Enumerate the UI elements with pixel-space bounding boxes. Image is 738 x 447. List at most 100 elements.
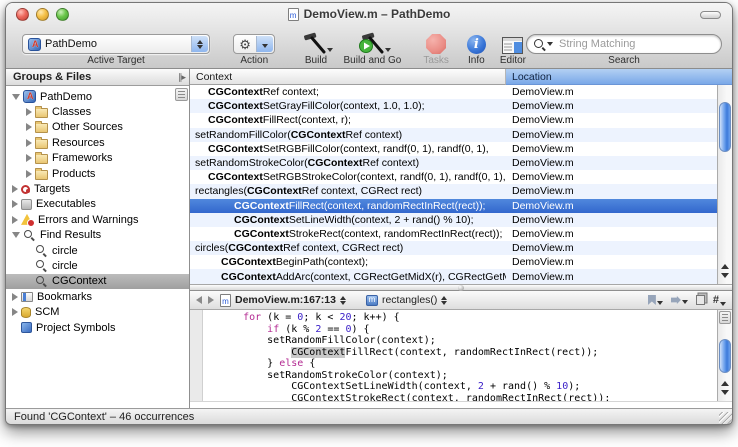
sidebar-item-resources[interactable]: Resources <box>6 135 189 150</box>
result-row[interactable]: CGContextSetGrayFillColor(context, 1.0, … <box>190 99 717 113</box>
result-context-cell: CGContextStrokeRect(context, randomRectI… <box>190 228 506 240</box>
sidebar-scroll-widget[interactable] <box>175 88 188 101</box>
editor-bottom-strip <box>190 401 732 408</box>
disclosure-open-icon[interactable] <box>12 232 20 238</box>
search-scope-dropdown-icon[interactable] <box>547 42 553 46</box>
scroll-down-arrow-icon[interactable] <box>721 390 729 395</box>
code-lines: for (k = 0; k < 20; k++) { if (k % 2 == … <box>219 312 717 401</box>
sidebar-item-frameworks[interactable]: Frameworks <box>6 151 189 166</box>
result-location-cell: DemoView.m <box>506 114 717 126</box>
result-row[interactable]: CGContextFillRect(context, randomRectInR… <box>190 199 717 213</box>
disclosure-closed-icon[interactable] <box>26 108 32 116</box>
editor-scrollbar[interactable] <box>717 310 732 401</box>
active-target-popup[interactable]: PathDemo <box>22 34 210 54</box>
column-splitter-icon[interactable]: ∥▸ <box>178 72 185 83</box>
sidebar-item-classes[interactable]: Classes <box>6 104 189 119</box>
result-row[interactable]: CGContextStrokeRect(context, randomRectI… <box>190 227 717 241</box>
sidebar-item-project-symbols[interactable]: Project Symbols <box>6 320 189 335</box>
sidebar-item-find-results[interactable]: Find Results <box>6 228 189 243</box>
titlebar[interactable]: m DemoView.m – PathDemo <box>6 3 732 25</box>
file-popup[interactable]: m DemoView.m:167:13 <box>220 294 346 307</box>
popup-arrows-icon <box>191 36 208 52</box>
result-row[interactable]: CGContextSetLineWidth(context, 2 + rand(… <box>190 213 717 227</box>
sidebar-item-cgcontext[interactable]: CGContext <box>6 274 189 289</box>
close-button[interactable] <box>16 8 29 21</box>
search-field[interactable] <box>526 34 722 54</box>
tasks-button: Tasks <box>423 27 449 66</box>
scroll-up-arrow-icon[interactable] <box>721 264 729 269</box>
scroll-up-arrow-icon[interactable] <box>721 381 729 386</box>
result-location-cell: DemoView.m <box>506 185 717 197</box>
editor-split-widget[interactable] <box>719 311 731 324</box>
editor-scroll-thumb[interactable] <box>719 339 731 373</box>
resize-grip[interactable] <box>719 412 732 425</box>
sidebar-item-circle[interactable]: circle <box>6 258 189 273</box>
scroll-down-arrow-icon[interactable] <box>721 273 729 278</box>
sidebar-item-products[interactable]: Products <box>6 166 189 181</box>
back-arrow-icon[interactable] <box>196 296 202 304</box>
results-rows[interactable]: CGContextRef context;DemoView.mCGContext… <box>190 85 717 284</box>
counterpart-button[interactable] <box>696 295 705 305</box>
code-area[interactable]: for (k = 0; k < 20; k++) { if (k % 2 == … <box>203 310 717 401</box>
column-header-context[interactable]: Context <box>190 69 506 85</box>
result-row[interactable]: setRandomFillColor(CGContextRef context)… <box>190 128 717 142</box>
result-row[interactable]: CGContextAddArc(context, CGRectGetMidX(r… <box>190 269 717 283</box>
disclosure-spacer <box>12 327 18 328</box>
sidebar-item-pathdemo[interactable]: PathDemo <box>6 89 189 104</box>
disclosure-closed-icon[interactable] <box>12 308 18 316</box>
minimize-button[interactable] <box>36 8 49 21</box>
dropdown-arrow-icon <box>720 302 726 306</box>
horizontal-splitter[interactable] <box>190 284 732 291</box>
result-row[interactable]: setRandomStrokeColor(CGContextRef contex… <box>190 156 717 170</box>
result-row[interactable]: CGContextSetRGBStrokeColor(context, rand… <box>190 170 717 184</box>
disclosure-closed-icon[interactable] <box>26 139 32 147</box>
result-row[interactable]: CGContextFillRect(context, r);DemoView.m <box>190 113 717 127</box>
result-row[interactable]: circles(CGContextRef context, CGRect rec… <box>190 241 717 255</box>
info-button[interactable]: i Info <box>467 27 486 66</box>
sidebar-item-executables[interactable]: Executables <box>6 197 189 212</box>
hammer-go-icon <box>357 31 387 54</box>
active-target-item: PathDemo Active Target <box>22 27 210 66</box>
results-scroll-thumb[interactable] <box>719 102 731 152</box>
build-and-go-button[interactable]: Build and Go <box>343 27 401 66</box>
toolbar-toggle-button[interactable] <box>700 11 721 19</box>
editor-button[interactable]: Editor <box>500 27 526 66</box>
result-row[interactable]: CGContextRef context;DemoView.m <box>190 85 717 99</box>
sidebar-item-bookmarks[interactable]: Bookmarks <box>6 289 189 304</box>
build-button[interactable]: Build <box>302 27 329 66</box>
result-row[interactable]: CGContextBeginPath(context);DemoView.m <box>190 255 717 269</box>
results-scrollbar[interactable] <box>717 85 732 284</box>
included-files-menu-button[interactable]: # <box>713 294 726 306</box>
breakpoints-menu-button[interactable] <box>671 296 688 304</box>
disclosure-closed-icon[interactable] <box>26 123 32 131</box>
result-context-cell: CGContextSetRGBStrokeColor(context, rand… <box>190 171 506 183</box>
editor-scroll-track[interactable] <box>718 325 732 375</box>
disclosure-open-icon[interactable] <box>12 94 20 100</box>
disclosure-closed-icon[interactable] <box>12 293 18 301</box>
editor-scroll-arrows <box>718 375 732 401</box>
disclosure-closed-icon[interactable] <box>12 216 18 224</box>
disclosure-closed-icon[interactable] <box>26 154 32 162</box>
sidebar-item-other-sources[interactable]: Other Sources <box>6 120 189 135</box>
action-button[interactable]: ⚙ <box>233 34 275 54</box>
symbol-popup[interactable]: m rectangles() <box>366 294 447 306</box>
sidebar-item-label: Other Sources <box>52 121 123 133</box>
sidebar-item-targets[interactable]: Targets <box>6 181 189 196</box>
disclosure-closed-icon[interactable] <box>26 170 32 178</box>
disclosure-closed-icon[interactable] <box>12 185 18 193</box>
editor-pane[interactable]: for (k = 0; k < 20; k++) { if (k % 2 == … <box>190 310 732 401</box>
disclosure-closed-icon[interactable] <box>12 200 18 208</box>
column-header-location[interactable]: Location <box>506 69 732 85</box>
search-input[interactable] <box>557 37 715 51</box>
forward-arrow-icon[interactable] <box>208 296 214 304</box>
editor-gutter[interactable] <box>190 310 203 401</box>
sidebar-item-errors-and-warnings[interactable]: Errors and Warnings <box>6 212 189 227</box>
result-row[interactable]: CGContextSetRGBFillColor(context, randf(… <box>190 142 717 156</box>
result-row[interactable]: rectangles(CGContextRef context, CGRect … <box>190 184 717 198</box>
sidebar-item-scm[interactable]: SCM <box>6 304 189 319</box>
results-scroll-track[interactable] <box>718 85 732 258</box>
code-line: CGContextSetLineWidth(context, 2 + rand(… <box>219 381 717 393</box>
sidebar-item-circle[interactable]: circle <box>6 243 189 258</box>
bookmarks-menu-button[interactable] <box>648 295 663 305</box>
zoom-button[interactable] <box>56 8 69 21</box>
